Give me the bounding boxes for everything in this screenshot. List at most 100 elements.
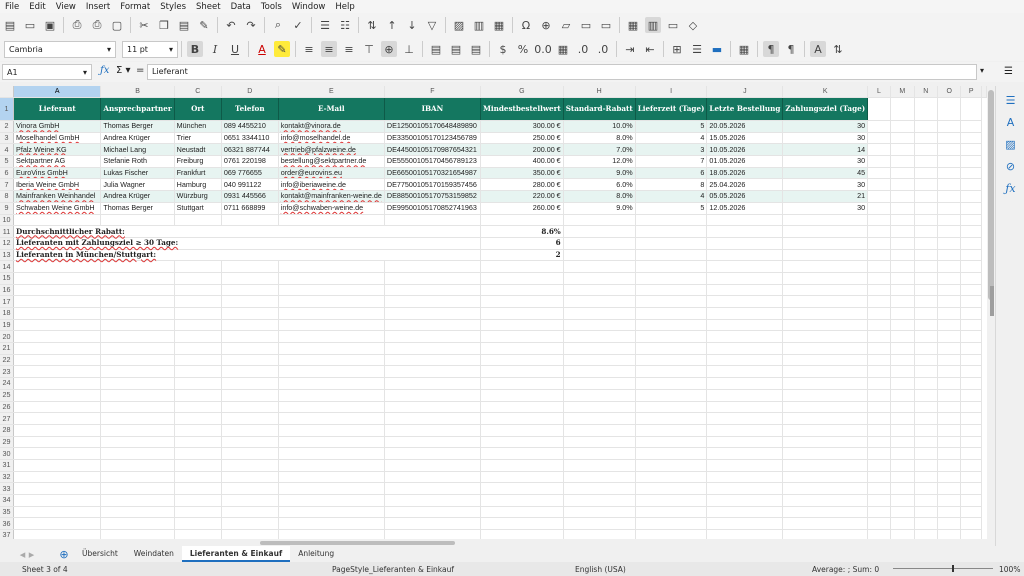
column-icon[interactable]: ☷ [337, 17, 353, 33]
data-cell[interactable]: 7.0% [563, 143, 636, 157]
cell[interactable] [563, 249, 636, 262]
sidebar-splitter[interactable] [990, 286, 994, 316]
cell[interactable] [221, 272, 279, 285]
cell[interactable] [914, 389, 938, 402]
row-header[interactable]: 34 [0, 494, 15, 507]
cell[interactable] [914, 260, 938, 273]
data-cell[interactable]: Thomas Berger [100, 202, 175, 215]
cell[interactable] [221, 529, 279, 539]
row-header[interactable]: 25 [0, 389, 15, 402]
header-cell[interactable]: Letzte Bestellung [706, 97, 784, 121]
data-cell[interactable]: 0711 668899 [221, 202, 279, 215]
cell[interactable] [174, 471, 222, 484]
row-header[interactable]: 9 [0, 202, 15, 215]
cell[interactable] [100, 377, 175, 390]
cell[interactable] [867, 506, 891, 519]
cell[interactable] [914, 237, 938, 250]
cell[interactable] [480, 424, 564, 437]
column-header[interactable]: F [384, 86, 481, 98]
data-cell[interactable]: DE12500105170648489890 [384, 120, 481, 133]
row-header[interactable]: 26 [0, 401, 15, 414]
cell[interactable] [867, 132, 891, 145]
cell[interactable] [914, 272, 938, 285]
data-cell[interactable]: Trier [174, 132, 222, 145]
currency-format-icon[interactable]: $ [495, 41, 511, 57]
cell[interactable] [480, 295, 564, 308]
cell[interactable] [960, 97, 982, 121]
cell[interactable] [960, 365, 982, 379]
cell[interactable] [937, 506, 962, 519]
font-name-combo[interactable]: Cambria ▾ [4, 40, 116, 58]
data-cell[interactable]: DE33500105170123456789 [384, 132, 481, 145]
cell[interactable] [706, 529, 784, 539]
data-cell[interactable]: 25.04.2026 [706, 178, 784, 192]
merge-cells-icon[interactable]: ▤ [448, 41, 464, 57]
cell[interactable] [174, 307, 222, 320]
summary-label[interactable]: Lieferanten mit Zahlungsziel ≥ 30 Tage: [13, 237, 481, 250]
cell[interactable] [706, 412, 784, 425]
cell[interactable] [278, 307, 385, 320]
data-cell[interactable]: München [174, 120, 222, 133]
cell[interactable] [937, 249, 962, 262]
font-color-icon[interactable]: A [254, 41, 270, 57]
menu-window[interactable]: Window [287, 2, 331, 12]
select-all-corner[interactable] [0, 86, 15, 98]
menu-format[interactable]: Format [115, 2, 155, 12]
cell[interactable] [221, 459, 279, 472]
row-header[interactable]: 5 [0, 155, 15, 168]
data-cell[interactable]: 20.05.2026 [706, 120, 784, 133]
cell[interactable] [635, 377, 708, 390]
cell[interactable] [13, 482, 102, 495]
shapes-icon[interactable]: ◇ [685, 17, 701, 33]
expand-formula-icon[interactable]: ▾ [980, 66, 984, 75]
data-cell[interactable]: 260.00 € [480, 202, 564, 215]
cell[interactable] [960, 494, 982, 507]
cell[interactable] [480, 412, 564, 425]
data-cell[interactable]: 9.0% [563, 167, 636, 180]
cell[interactable] [221, 319, 279, 332]
spelling-icon[interactable]: ✓ [290, 17, 306, 33]
cell[interactable] [960, 237, 982, 250]
row-header[interactable]: 10 [0, 214, 15, 227]
cell[interactable] [100, 284, 175, 297]
cell[interactable] [13, 471, 102, 484]
cell[interactable] [867, 237, 891, 250]
cell[interactable] [914, 365, 938, 379]
menu-view[interactable]: View [51, 2, 81, 12]
cell[interactable] [174, 377, 222, 390]
cell[interactable] [480, 330, 564, 344]
cell[interactable] [890, 459, 915, 472]
data-cell[interactable]: 30 [782, 155, 869, 168]
data-cell[interactable]: 30 [782, 202, 869, 215]
cell[interactable] [174, 529, 222, 539]
cell[interactable] [221, 214, 279, 227]
cell[interactable] [706, 424, 784, 437]
cell[interactable] [937, 482, 962, 495]
cell[interactable] [480, 307, 564, 320]
cell[interactable] [960, 412, 982, 425]
summary-value[interactable]: 6 [480, 237, 564, 250]
cell[interactable] [13, 494, 102, 507]
cell[interactable] [563, 354, 636, 367]
conditional-format-icon[interactable]: ▦ [736, 41, 752, 57]
cell[interactable] [890, 295, 915, 308]
column-header[interactable]: C [174, 86, 222, 98]
header-cell[interactable]: Standard-Rabatt [563, 97, 636, 121]
cell[interactable] [890, 436, 915, 449]
cell[interactable] [914, 401, 938, 414]
cell[interactable] [563, 401, 636, 414]
cell[interactable] [914, 284, 938, 297]
cell[interactable] [480, 365, 564, 379]
cell[interactable] [867, 401, 891, 414]
data-cell[interactable]: 3 [635, 143, 708, 157]
cell[interactable] [174, 494, 222, 507]
split-window-icon[interactable]: ▥ [645, 17, 661, 33]
row-header[interactable]: 18 [0, 307, 15, 320]
cell[interactable] [221, 354, 279, 367]
cell[interactable] [937, 517, 962, 531]
cell[interactable] [914, 143, 938, 157]
text-direction-right-icon[interactable]: ¶ [783, 41, 799, 57]
cell[interactable] [563, 517, 636, 531]
data-cell[interactable]: 30 [782, 132, 869, 145]
text-direction-left-icon[interactable]: ¶ [763, 41, 779, 57]
